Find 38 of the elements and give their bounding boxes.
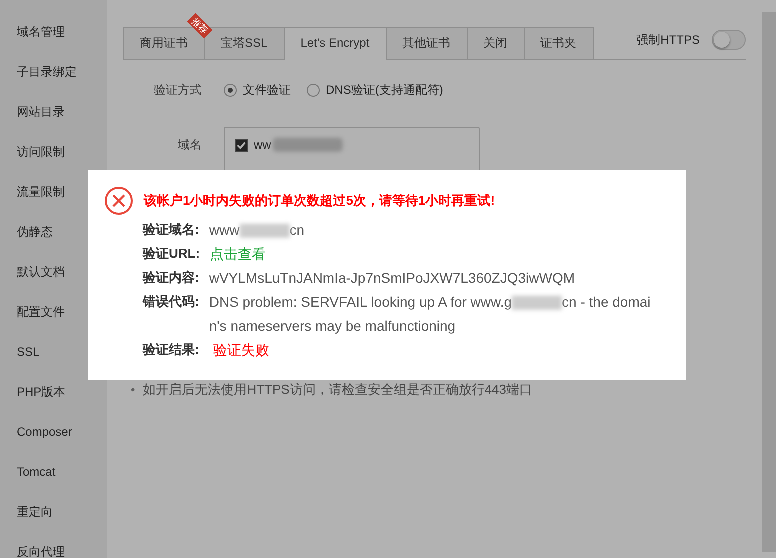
- tab[interactable]: 其他证书: [386, 27, 468, 59]
- result-value: DNS problem: SERVFAIL looking up A for www.g cn - the domain's nameservers may be malfunctioning: [209, 293, 652, 336]
- checkbox[interactable]: [235, 138, 248, 152]
- note-text: 如开启后无法使用HTTPS访问，请检查安全组是否正确放行443端口: [143, 381, 533, 399]
- sidebar-item[interactable]: PHP版本: [0, 372, 107, 412]
- sidebar-item[interactable]: 反向代理: [0, 532, 107, 558]
- scrollbar[interactable]: [762, 12, 776, 552]
- sidebar-item[interactable]: 网站目录: [0, 92, 107, 132]
- radio-label: 文件验证: [243, 82, 291, 99]
- result-label: 错误代码:: [143, 293, 200, 311]
- domain-text: ww: [254, 138, 272, 152]
- field-label: 域名: [177, 137, 202, 154]
- field-label: 验证方式: [153, 82, 202, 99]
- tab[interactable]: 关闭: [466, 27, 525, 59]
- result-label: 验证内容:: [143, 269, 200, 287]
- toggle-label: 强制HTTPS: [636, 32, 700, 48]
- result-value: wVYLMsLuTnJANmIa-Jp7nSmIPoJXW7L360ZJQ3iwWQM: [209, 269, 576, 288]
- sidebar-item[interactable]: 重定向: [0, 492, 107, 532]
- result-label: 验证域名:: [143, 221, 200, 239]
- error-message: 该帐户1小时内失败的订单次数超过5次，请等待1小时再重试!: [144, 192, 496, 210]
- toggle-switch[interactable]: [712, 30, 746, 50]
- bullet-mark: •: [131, 382, 136, 399]
- blur-mask: [273, 138, 344, 152]
- tab[interactable]: 证书夹: [524, 27, 594, 59]
- sidebar-item[interactable]: 域名管理: [0, 12, 107, 52]
- sidebar-item[interactable]: 子目录绑定: [0, 52, 107, 92]
- result-label: 验证URL:: [143, 245, 200, 263]
- result-value: www cn: [209, 221, 304, 240]
- sidebar-item[interactable]: Tomcat: [0, 452, 107, 492]
- tab[interactable]: Let's Encrypt: [284, 27, 387, 60]
- radio-button[interactable]: [224, 84, 237, 97]
- radio-label: DNS验证(支持通配符): [326, 82, 444, 99]
- radio-button[interactable]: [307, 84, 320, 97]
- result-label: 验证结果:: [143, 341, 200, 359]
- sidebar-item[interactable]: 访问限制: [0, 132, 107, 172]
- sidebar-item[interactable]: Composer: [0, 412, 107, 452]
- result-value: 验证失败: [213, 341, 270, 360]
- error-icon: [104, 186, 134, 216]
